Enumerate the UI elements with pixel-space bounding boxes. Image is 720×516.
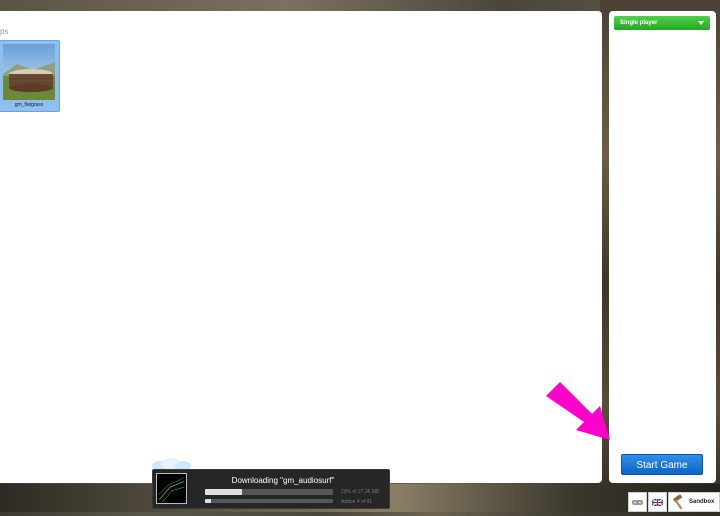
map-tile-gm-flatgrass[interactable]: gm_flatgrass xyxy=(0,40,60,112)
uk-flag-icon xyxy=(651,498,664,507)
gamemode-sandbox-button[interactable]: Sandbox xyxy=(668,492,720,512)
addon-progress-fill xyxy=(205,499,211,503)
sandbox-label: Sandbox xyxy=(689,499,715,505)
download-status-panel: Downloading "gm_audiosurf" 29% of 27.36 … xyxy=(152,469,390,509)
gamepad-button[interactable] xyxy=(628,492,647,512)
start-game-button[interactable]: Start Game xyxy=(621,454,703,475)
chevron-down-icon xyxy=(698,21,704,25)
map-thumbnail xyxy=(3,44,55,100)
pointer-arrow-icon xyxy=(546,382,610,440)
language-button[interactable] xyxy=(648,492,667,512)
map-tile-label: gm_flatgrass xyxy=(14,102,44,108)
download-progress-fill xyxy=(205,489,243,495)
map-panel: ps gm_flatgrass xyxy=(0,11,602,483)
download-map-thumbnail xyxy=(156,473,187,504)
game-settings-panel: Single player Start Game xyxy=(609,11,716,483)
download-progress-bar xyxy=(205,489,333,495)
hammer-icon xyxy=(673,494,683,510)
maps-section-title: ps xyxy=(0,27,9,36)
addon-count-text: Addon 4 of 91 xyxy=(341,499,373,505)
download-size-text: 29% of 27.36 MB xyxy=(341,489,380,495)
gamemode-selected-label: Single player xyxy=(620,20,658,26)
download-title: Downloading "gm_audiosurf" xyxy=(231,476,335,485)
addon-progress-bar xyxy=(205,499,333,503)
gamepad-icon xyxy=(632,500,643,505)
gamemode-dropdown[interactable]: Single player xyxy=(614,16,710,30)
